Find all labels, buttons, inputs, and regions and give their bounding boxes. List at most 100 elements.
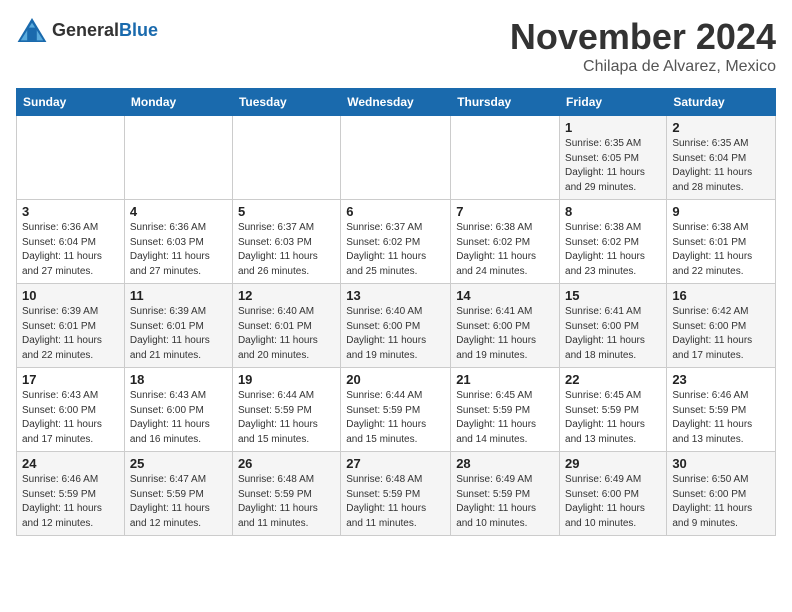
calendar-cell: 10Sunrise: 6:39 AM Sunset: 6:01 PM Dayli…	[17, 284, 125, 368]
day-info: Sunrise: 6:49 AM Sunset: 5:59 PM Dayligh…	[456, 473, 554, 531]
calendar-week-2: 3 Sunrise: 6:36 AM Sunset: 6:04 PM Daylig…	[17, 200, 776, 284]
day-info: Sunrise: 6:35 AM Sunset: 6:04 PM Dayligh…	[672, 137, 770, 195]
day-info: Sunrise: 6:37 AM Sunset: 6:03 PM Dayligh…	[238, 221, 335, 279]
day-number: 18	[130, 372, 227, 387]
day-info: Sunrise: 6:36 AM Sunset: 6:03 PM Dayligh…	[130, 221, 227, 279]
day-number: 11	[130, 288, 227, 303]
calendar-cell: 22 Sunrise: 6:45 AM Sunset: 5:59 PM Dayli…	[560, 368, 667, 452]
calendar-week-3: 10Sunrise: 6:39 AM Sunset: 6:01 PM Dayli…	[17, 284, 776, 368]
day-number: 19	[238, 372, 335, 387]
day-info: Sunrise: 6:35 AM Sunset: 6:05 PM Dayligh…	[565, 137, 661, 195]
day-info: Sunrise: 6:48 AM Sunset: 5:59 PM Dayligh…	[346, 473, 445, 531]
calendar-cell: 26Sunrise: 6:48 AM Sunset: 5:59 PM Dayli…	[232, 452, 340, 536]
calendar-cell: 23 Sunrise: 6:46 AM Sunset: 5:59 PM Dayli…	[667, 368, 776, 452]
day-info: Sunrise: 6:40 AM Sunset: 6:01 PM Dayligh…	[238, 305, 335, 363]
calendar-cell	[17, 116, 125, 200]
day-number: 9	[672, 204, 770, 219]
logo-text: GeneralBlue	[52, 20, 158, 41]
day-number: 15	[565, 288, 661, 303]
calendar-cell: 13 Sunrise: 6:40 AM Sunset: 6:00 PM Dayli…	[341, 284, 451, 368]
day-number: 2	[672, 120, 770, 135]
calendar-table: Sunday Monday Tuesday Wednesday Thursday…	[16, 88, 776, 536]
day-info: Sunrise: 6:50 AM Sunset: 6:00 PM Dayligh…	[672, 473, 770, 531]
day-info: Sunrise: 6:46 AM Sunset: 5:59 PM Dayligh…	[672, 389, 770, 447]
day-info: Sunrise: 6:44 AM Sunset: 5:59 PM Dayligh…	[238, 389, 335, 447]
day-number: 5	[238, 204, 335, 219]
day-number: 28	[456, 456, 554, 471]
day-number: 12	[238, 288, 335, 303]
calendar-week-1: 1 Sunrise: 6:35 AM Sunset: 6:05 PM Daylig…	[17, 116, 776, 200]
calendar-cell: 17 Sunrise: 6:43 AM Sunset: 6:00 PM Dayli…	[17, 368, 125, 452]
calendar-cell: 21 Sunrise: 6:45 AM Sunset: 5:59 PM Dayli…	[451, 368, 560, 452]
header-sunday: Sunday	[17, 89, 125, 116]
title-area: November 2024 Chilapa de Alvarez, Mexico	[510, 16, 776, 76]
day-info: Sunrise: 6:45 AM Sunset: 5:59 PM Dayligh…	[456, 389, 554, 447]
day-info: Sunrise: 6:48 AM Sunset: 5:59 PM Dayligh…	[238, 473, 335, 531]
calendar-cell: 16 Sunrise: 6:42 AM Sunset: 6:00 PM Dayli…	[667, 284, 776, 368]
day-number: 22	[565, 372, 661, 387]
calendar-cell: 14Sunrise: 6:41 AM Sunset: 6:00 PM Dayli…	[451, 284, 560, 368]
day-info: Sunrise: 6:36 AM Sunset: 6:04 PM Dayligh…	[22, 221, 119, 279]
calendar-cell: 24Sunrise: 6:46 AM Sunset: 5:59 PM Dayli…	[17, 452, 125, 536]
header-friday: Friday	[560, 89, 667, 116]
calendar-cell: 4 Sunrise: 6:36 AM Sunset: 6:03 PM Daylig…	[124, 200, 232, 284]
logo: GeneralBlue	[16, 16, 158, 44]
day-info: Sunrise: 6:42 AM Sunset: 6:00 PM Dayligh…	[672, 305, 770, 363]
day-info: Sunrise: 6:46 AM Sunset: 5:59 PM Dayligh…	[22, 473, 119, 531]
day-info: Sunrise: 6:43 AM Sunset: 6:00 PM Dayligh…	[130, 389, 227, 447]
day-number: 1	[565, 120, 661, 135]
day-info: Sunrise: 6:38 AM Sunset: 6:02 PM Dayligh…	[456, 221, 554, 279]
header-tuesday: Tuesday	[232, 89, 340, 116]
day-info: Sunrise: 6:44 AM Sunset: 5:59 PM Dayligh…	[346, 389, 445, 447]
logo-general: General	[52, 20, 119, 40]
calendar-cell: 2 Sunrise: 6:35 AM Sunset: 6:04 PM Daylig…	[667, 116, 776, 200]
day-number: 13	[346, 288, 445, 303]
day-info: Sunrise: 6:38 AM Sunset: 6:02 PM Dayligh…	[565, 221, 661, 279]
day-number: 20	[346, 372, 445, 387]
day-info: Sunrise: 6:43 AM Sunset: 6:00 PM Dayligh…	[22, 389, 119, 447]
calendar-cell: 3 Sunrise: 6:36 AM Sunset: 6:04 PM Daylig…	[17, 200, 125, 284]
day-info: Sunrise: 6:37 AM Sunset: 6:02 PM Dayligh…	[346, 221, 445, 279]
day-info: Sunrise: 6:39 AM Sunset: 6:01 PM Dayligh…	[130, 305, 227, 363]
day-info: Sunrise: 6:49 AM Sunset: 6:00 PM Dayligh…	[565, 473, 661, 531]
calendar-cell: 30 Sunrise: 6:50 AM Sunset: 6:00 PM Dayli…	[667, 452, 776, 536]
calendar-cell: 9 Sunrise: 6:38 AM Sunset: 6:01 PM Daylig…	[667, 200, 776, 284]
calendar-cell: 15 Sunrise: 6:41 AM Sunset: 6:00 PM Dayli…	[560, 284, 667, 368]
calendar-cell	[124, 116, 232, 200]
logo-blue: Blue	[119, 20, 158, 40]
day-info: Sunrise: 6:38 AM Sunset: 6:01 PM Dayligh…	[672, 221, 770, 279]
header-thursday: Thursday	[451, 89, 560, 116]
header-saturday: Saturday	[667, 89, 776, 116]
day-number: 23	[672, 372, 770, 387]
location-title: Chilapa de Alvarez, Mexico	[510, 58, 776, 76]
day-info: Sunrise: 6:47 AM Sunset: 5:59 PM Dayligh…	[130, 473, 227, 531]
day-number: 21	[456, 372, 554, 387]
calendar-cell: 12 Sunrise: 6:40 AM Sunset: 6:01 PM Dayli…	[232, 284, 340, 368]
day-number: 6	[346, 204, 445, 219]
day-info: Sunrise: 6:41 AM Sunset: 6:00 PM Dayligh…	[456, 305, 554, 363]
day-info: Sunrise: 6:40 AM Sunset: 6:00 PM Dayligh…	[346, 305, 445, 363]
day-number: 17	[22, 372, 119, 387]
calendar-cell: 18 Sunrise: 6:43 AM Sunset: 6:00 PM Dayli…	[124, 368, 232, 452]
day-number: 25	[130, 456, 227, 471]
day-number: 30	[672, 456, 770, 471]
day-header-row: Sunday Monday Tuesday Wednesday Thursday…	[17, 89, 776, 116]
calendar-cell: 25 Sunrise: 6:47 AM Sunset: 5:59 PM Dayli…	[124, 452, 232, 536]
header-monday: Monday	[124, 89, 232, 116]
day-number: 16	[672, 288, 770, 303]
day-number: 7	[456, 204, 554, 219]
calendar-cell	[232, 116, 340, 200]
calendar-cell: 6 Sunrise: 6:37 AM Sunset: 6:02 PM Daylig…	[341, 200, 451, 284]
calendar-cell	[451, 116, 560, 200]
month-title: November 2024	[510, 16, 776, 58]
day-number: 29	[565, 456, 661, 471]
day-number: 4	[130, 204, 227, 219]
day-info: Sunrise: 6:41 AM Sunset: 6:00 PM Dayligh…	[565, 305, 661, 363]
calendar-cell: 28 Sunrise: 6:49 AM Sunset: 5:59 PM Dayli…	[451, 452, 560, 536]
calendar-cell	[341, 116, 451, 200]
calendar-cell: 1 Sunrise: 6:35 AM Sunset: 6:05 PM Daylig…	[560, 116, 667, 200]
calendar-week-4: 17 Sunrise: 6:43 AM Sunset: 6:00 PM Dayli…	[17, 368, 776, 452]
day-info: Sunrise: 6:45 AM Sunset: 5:59 PM Dayligh…	[565, 389, 661, 447]
day-number: 3	[22, 204, 119, 219]
calendar-cell: 8Sunrise: 6:38 AM Sunset: 6:02 PM Daylig…	[560, 200, 667, 284]
